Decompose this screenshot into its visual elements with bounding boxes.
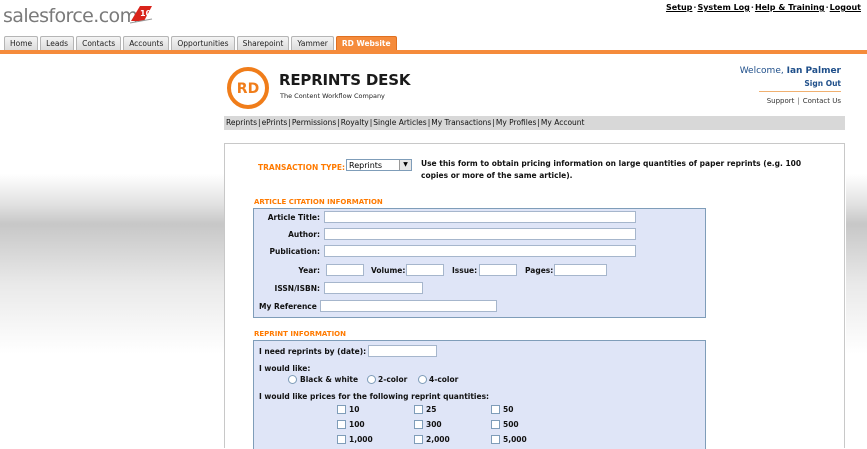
issue-label: Issue:	[452, 266, 478, 275]
author-label: Author:	[288, 230, 320, 239]
my-reference-input[interactable]	[320, 300, 497, 312]
2-color-label: 2-color	[378, 375, 408, 384]
reprint-form-panel: TRANSACTION TYPE: Reprints ▼ Use this fo…	[224, 143, 845, 449]
qty-50-checkbox[interactable]	[491, 405, 500, 414]
nav-royalty[interactable]: Royalty	[341, 118, 369, 127]
left-background	[0, 54, 224, 448]
transaction-note: Use this form to obtain pricing informat…	[421, 159, 802, 180]
would-like-label: I would like:	[259, 364, 311, 373]
help-training-link[interactable]: Help & Training	[755, 3, 825, 12]
tab-rd-website[interactable]: RD Website	[335, 36, 397, 50]
tab-yammer[interactable]: Yammer	[291, 36, 334, 50]
sign-out-link[interactable]: Sign Out	[804, 79, 841, 88]
pages-input[interactable]	[554, 264, 607, 276]
transaction-type-value: Reprints	[349, 161, 383, 170]
nav-my-account[interactable]: My Account	[541, 118, 585, 127]
article-title-label: Article Title:	[267, 213, 320, 222]
right-background	[846, 54, 867, 448]
qty-500-checkbox[interactable]	[491, 420, 500, 429]
volume-input[interactable]	[406, 264, 444, 276]
top-links: Setup·System Log·Help & Training·Logout	[665, 3, 861, 12]
qty-300-label: 300	[426, 420, 442, 429]
qty-2000-label: 2,000	[426, 435, 450, 444]
support-link[interactable]: Support	[767, 97, 795, 105]
nav-reprints[interactable]: Reprints	[226, 118, 257, 127]
tab-contacts[interactable]: Contacts	[76, 36, 122, 50]
brand-name: REPRINTS DESK	[279, 71, 411, 89]
tab-home[interactable]: Home	[4, 36, 39, 50]
qty-100-label: 100	[349, 420, 365, 429]
issn-isbn-input[interactable]	[324, 282, 423, 294]
qty-5000-checkbox[interactable]	[491, 435, 500, 444]
nav-my-profiles[interactable]: My Profiles	[496, 118, 537, 127]
reprints-desk-nav: Reprints|ePrints|Permissions|Royalty|Sin…	[224, 116, 845, 130]
qty-2000-checkbox[interactable]	[414, 435, 423, 444]
welcome-message: Welcome, Ian Palmer	[740, 66, 841, 76]
tab-leads[interactable]: Leads	[40, 36, 75, 50]
nav-my-transactions[interactable]: My Transactions	[431, 118, 491, 127]
black-white-label: Black & white	[300, 375, 359, 384]
contact-us-link[interactable]: Contact Us	[803, 97, 841, 105]
radio-2-color[interactable]	[367, 375, 376, 384]
salesforce-tab-bar: Home Leads Contacts Accounts Opportuniti…	[4, 36, 399, 50]
radio-4-color[interactable]	[418, 375, 427, 384]
reprints-desk-logo-icon[interactable]: RD	[226, 66, 270, 110]
4-color-label: 4-color	[429, 375, 459, 384]
issn-isbn-label: ISSN/ISBN:	[274, 284, 320, 293]
transaction-type-select[interactable]: Reprints ▼	[346, 159, 412, 171]
nav-single-articles[interactable]: Single Articles	[373, 118, 426, 127]
qty-1000-checkbox[interactable]	[337, 435, 346, 444]
welcome-prefix: Welcome,	[739, 66, 784, 76]
pages-label: Pages:	[525, 266, 554, 275]
my-reference-label: My Reference	[259, 302, 317, 311]
qty-500-label: 500	[503, 420, 519, 429]
chevron-down-icon[interactable]: ▼	[399, 160, 411, 170]
qty-25-checkbox[interactable]	[414, 405, 423, 414]
quantities-label: I would like prices for the following re…	[259, 392, 490, 401]
setup-link[interactable]: Setup	[666, 3, 692, 12]
tab-opportunities[interactable]: Opportunities	[171, 36, 235, 50]
citation-section: Article Title: Author: Publication: Year…	[253, 208, 706, 318]
qty-100-checkbox[interactable]	[337, 420, 346, 429]
badge-number: 10	[140, 9, 152, 18]
nav-permissions[interactable]: Permissions	[292, 118, 336, 127]
volume-label: Volume:	[371, 266, 406, 275]
transaction-type-label: TRANSACTION TYPE:	[258, 163, 346, 172]
year-input[interactable]	[326, 264, 364, 276]
reprint-section-title: REPRINT INFORMATION	[254, 330, 346, 338]
article-title-input[interactable]	[324, 211, 636, 223]
publication-label: Publication:	[269, 247, 320, 256]
qty-5000-label: 5,000	[503, 435, 527, 444]
brand-tagline: The Content Workflow Company	[280, 92, 385, 100]
system-log-link[interactable]: System Log	[697, 3, 749, 12]
user-name: Ian Palmer	[786, 66, 841, 76]
qty-300-checkbox[interactable]	[414, 420, 423, 429]
qty-10-label: 10	[349, 405, 360, 414]
reprint-section: I need reprints by (date): I would like:…	[253, 340, 706, 449]
author-input[interactable]	[324, 228, 636, 240]
need-by-date-label: I need reprints by (date):	[259, 347, 367, 356]
salesforce-header: salesforce.com 10 Setup·System Log·Help …	[0, 0, 867, 36]
publication-input[interactable]	[324, 245, 636, 257]
citation-section-title: ARTICLE CITATION INFORMATION	[254, 198, 383, 206]
salesforce-logo[interactable]: salesforce.com	[3, 5, 138, 27]
nav-eprints[interactable]: ePrints	[262, 118, 288, 127]
logout-link[interactable]: Logout	[830, 3, 861, 12]
qty-1000-label: 1,000	[349, 435, 373, 444]
welcome-divider	[759, 91, 841, 92]
need-by-date-input[interactable]	[368, 345, 437, 357]
radio-black-white[interactable]	[288, 375, 297, 384]
salesforce-10-badge-icon: 10	[129, 6, 153, 24]
year-label: Year:	[298, 266, 320, 275]
qty-50-label: 50	[503, 405, 514, 414]
qty-25-label: 25	[426, 405, 437, 414]
tab-sharepoint[interactable]: Sharepoint	[236, 36, 290, 50]
issue-input[interactable]	[479, 264, 517, 276]
tab-accounts[interactable]: Accounts	[123, 36, 170, 50]
support-links: Support | Contact Us	[766, 97, 841, 105]
qty-10-checkbox[interactable]	[337, 405, 346, 414]
